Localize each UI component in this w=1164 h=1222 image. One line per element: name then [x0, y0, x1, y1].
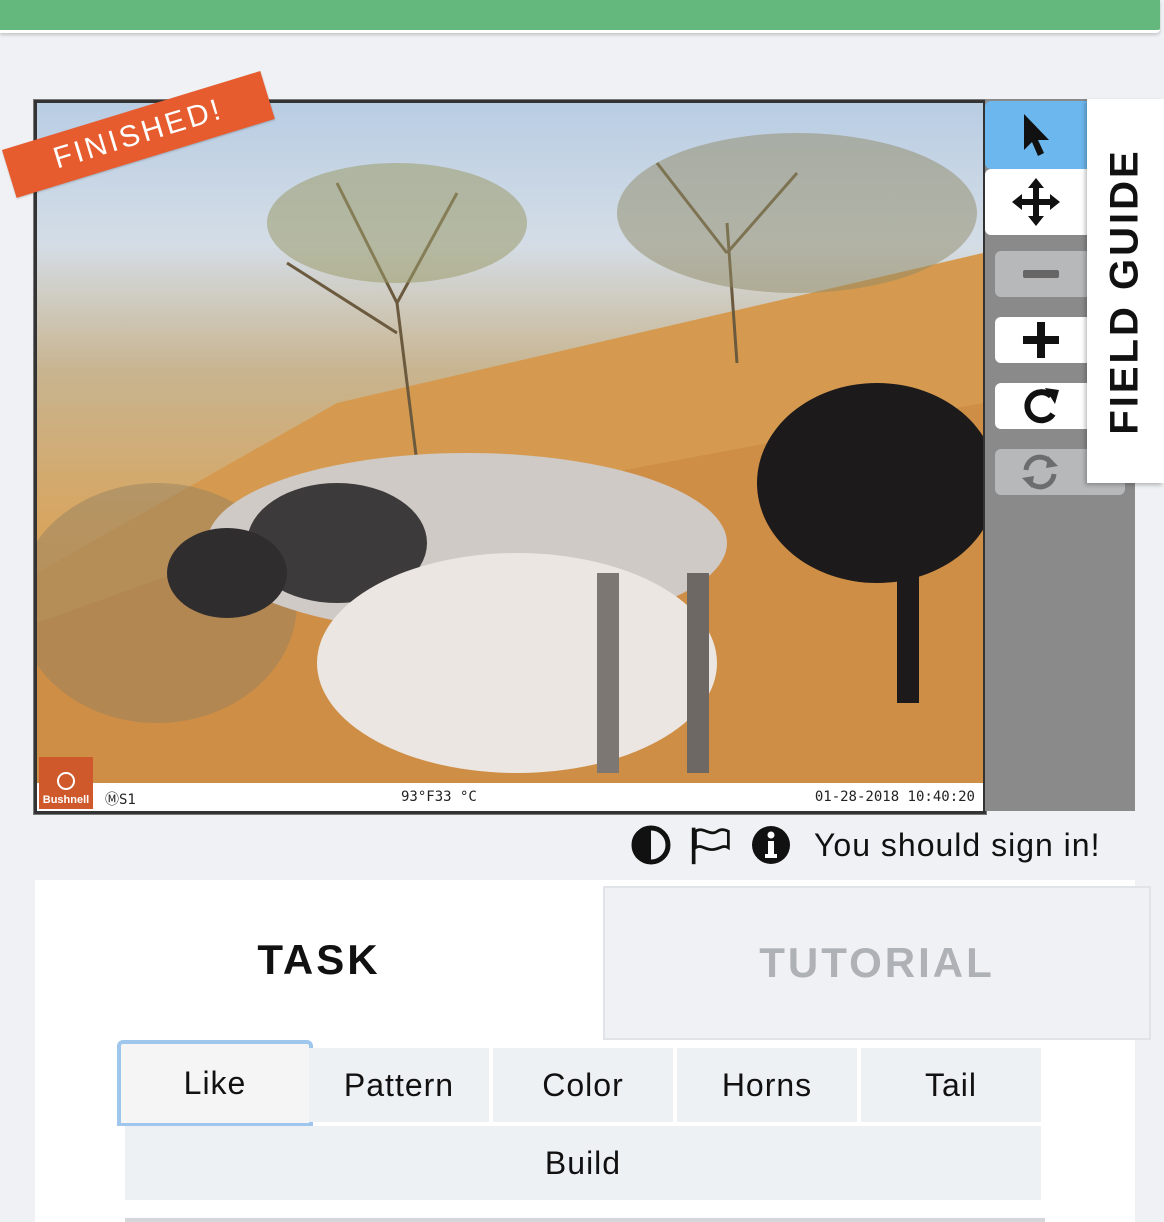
invert-contrast-button[interactable]	[630, 824, 672, 866]
question-tab-horns[interactable]: Horns	[677, 1048, 857, 1122]
subject-meta-bar: You should sign in!	[630, 820, 1100, 870]
tab-tutorial[interactable]: TUTORIAL	[603, 886, 1151, 1040]
question-tab-color[interactable]: Color	[493, 1048, 673, 1122]
camera-trap-photo	[37, 133, 983, 811]
rotate-icon	[1024, 388, 1059, 424]
zoom-out-button[interactable]	[995, 251, 1087, 297]
flag-icon	[691, 827, 730, 865]
temperature: 93°F33 °C	[401, 789, 477, 805]
subject-image[interactable]: Bushnell ⓂS1 93°F33 °C 01-28-2018 10:40:…	[37, 103, 983, 811]
rotate-button[interactable]	[995, 383, 1087, 429]
contrast-icon	[631, 825, 671, 865]
field-guide-label: FIELD GUIDE	[1103, 147, 1147, 435]
question-tab-build[interactable]: Build	[125, 1126, 1041, 1200]
pointer-tool-button[interactable]	[985, 101, 1087, 169]
pointer-icon	[1024, 114, 1049, 156]
timestamp: 01-28-2018 10:40:20	[814, 789, 975, 805]
field-guide-button[interactable]: FIELD GUIDE	[1087, 99, 1164, 483]
flag-button[interactable]	[690, 824, 732, 866]
question-tab-like[interactable]: Like	[117, 1040, 313, 1126]
zoom-in-button[interactable]	[995, 317, 1087, 363]
question-tab-pattern[interactable]: Pattern	[309, 1048, 489, 1122]
info-icon	[752, 826, 790, 864]
zoom-out-icon	[1023, 270, 1059, 278]
divider	[125, 1218, 1045, 1222]
question-tab-tail[interactable]: Tail	[861, 1048, 1041, 1122]
camera-info-bar: Bushnell ⓂS1 93°F33 °C 01-28-2018 10:40:…	[37, 757, 983, 811]
tab-task[interactable]: TASK	[35, 880, 603, 1040]
top-bar	[0, 0, 1160, 33]
move-icon	[1012, 178, 1060, 226]
bushnell-logo: Bushnell	[39, 757, 93, 809]
camera-id: ⓂS1	[105, 792, 136, 808]
zoom-in-icon	[1023, 322, 1059, 358]
sign-in-prompt[interactable]: You should sign in!	[814, 827, 1100, 864]
subject-viewer[interactable]: Bushnell ⓂS1 93°F33 °C 01-28-2018 10:40:…	[33, 99, 987, 815]
task-panel: TASK TUTORIAL Like Pattern Color Horns T…	[35, 880, 1151, 1222]
move-tool-button[interactable]	[985, 169, 1087, 235]
reset-icon	[1022, 454, 1058, 490]
info-button[interactable]	[750, 824, 792, 866]
